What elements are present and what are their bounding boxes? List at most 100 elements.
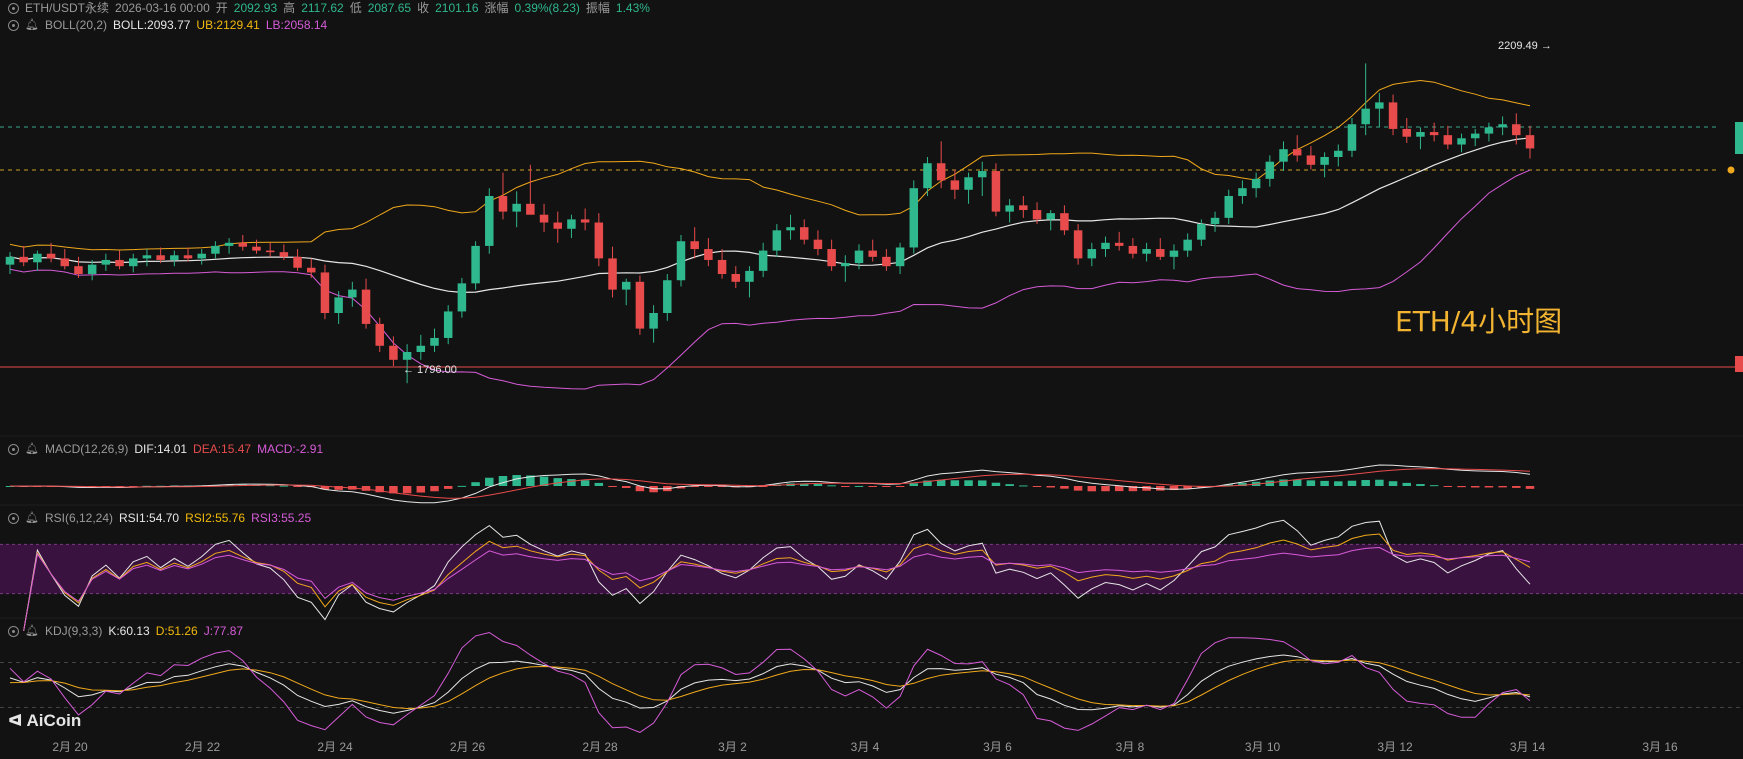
macd-histogram-bar: [1087, 486, 1097, 492]
bell-icon[interactable]: 🔔︎: [25, 623, 39, 639]
candle-body: [101, 259, 111, 265]
macd-histogram-bar: [827, 485, 836, 487]
macd-histogram-bar: [854, 485, 864, 487]
candle-body: [799, 227, 809, 240]
candle-body: [1210, 217, 1220, 225]
candle-body: [580, 219, 590, 223]
macd-histogram-bar: [443, 486, 453, 489]
aicoin-logo-icon: ᐊ: [8, 713, 23, 730]
x-axis-tick-label: 3月 10: [1244, 740, 1281, 754]
macd-histogram-bar: [1402, 482, 1412, 486]
candle-body: [320, 272, 330, 313]
eye-icon[interactable]: [8, 443, 19, 455]
candle-body: [758, 250, 768, 271]
candle-body: [841, 263, 850, 267]
eye-icon[interactable]: [8, 19, 19, 31]
macd-histogram-bar: [1292, 479, 1302, 486]
bell-icon[interactable]: 🔔︎: [25, 17, 39, 33]
kdj-d-value: D:51.26: [155, 624, 198, 638]
macd-histogram-bar: [1484, 486, 1494, 488]
boll-upper-band: [9, 79, 1531, 251]
candle-body: [142, 255, 152, 259]
bell-icon[interactable]: 🔔︎: [25, 441, 39, 457]
open-label: 开: [215, 1, 228, 15]
macd-dif-line: [9, 464, 1531, 504]
candle-body: [608, 258, 617, 290]
candle-body: [717, 259, 727, 274]
macd-histogram-bar: [1375, 479, 1384, 486]
candle-body: [279, 252, 289, 257]
candle-body: [361, 289, 371, 324]
eye-icon[interactable]: [8, 625, 19, 637]
x-axis-tick-label: 3月 2: [718, 740, 747, 754]
x-axis-tick-label: 2月 22: [184, 740, 221, 754]
candle-body: [813, 239, 823, 250]
macd-dea-value: DEA:15.47: [193, 442, 252, 456]
candle-body: [978, 171, 987, 178]
candle-body: [786, 227, 795, 231]
candle-body: [854, 250, 864, 264]
candle-body: [265, 250, 275, 253]
kdj-d-line: [9, 659, 1531, 710]
candle-body: [526, 203, 535, 215]
candle-body: [1375, 102, 1384, 109]
candle-body: [1292, 149, 1302, 156]
x-axis-tick-label: 3月 8: [1115, 740, 1145, 754]
macd-histogram-bar: [512, 475, 521, 486]
candle-body: [74, 266, 83, 274]
boll-middle-band: [9, 137, 1531, 294]
candle-body: [704, 249, 713, 260]
macd-histogram-bar: [485, 477, 494, 486]
boll-lb-value: LB:2058.14: [265, 18, 328, 32]
kdj-name: KDJ(9,3,3): [44, 624, 103, 638]
kdj-k-value: K:60.13: [108, 624, 150, 638]
macd-histogram-bar: [608, 486, 617, 487]
high-value: 2117.62: [301, 1, 344, 15]
candle-body: [1361, 108, 1370, 125]
candle-body: [471, 245, 480, 284]
candle-body: [567, 219, 576, 229]
kdj-k-line: [9, 654, 1531, 714]
candle-body: [1525, 135, 1535, 149]
aicoin-logo: ᐊ AiCoin: [8, 711, 81, 731]
candle-body: [1279, 149, 1288, 162]
high-label: 高: [283, 1, 296, 15]
candle-body: [197, 253, 206, 259]
x-axis-tick-label: 3月 14: [1509, 740, 1546, 754]
boll-ub-value: UB:2129.41: [196, 18, 260, 32]
macd-histogram-bar: [1457, 486, 1466, 488]
candle-body: [1060, 213, 1069, 231]
macd-histogram-bar: [704, 486, 713, 487]
eye-icon[interactable]: [8, 2, 19, 14]
candle-body: [1032, 210, 1042, 220]
macd-histogram-bar: [1073, 486, 1083, 491]
macd-value: MACD:-2.91: [257, 442, 324, 456]
macd-histogram-bar: [1306, 480, 1316, 486]
macd-histogram-bar: [964, 480, 973, 486]
candle-body: [621, 281, 631, 290]
candle-body: [1429, 132, 1439, 136]
candle-body: [252, 246, 261, 251]
kdj-j-value: J:77.87: [203, 624, 244, 638]
macd-histogram-bar: [1032, 486, 1042, 487]
candle-body: [512, 203, 521, 212]
bell-icon[interactable]: 🔔︎: [25, 510, 39, 526]
macd-histogram-bar: [1101, 486, 1110, 492]
macd-histogram-bar: [841, 486, 850, 487]
candle-body: [1073, 230, 1083, 259]
candle-body: [1101, 242, 1110, 250]
macd-histogram-bar: [868, 486, 877, 487]
candle-body: [635, 281, 645, 329]
candle-body: [128, 258, 138, 267]
macd-histogram-bar: [430, 486, 439, 492]
candle-body: [1402, 128, 1412, 137]
candle-body: [1347, 124, 1357, 151]
macd-histogram-bar: [1416, 484, 1425, 486]
close-label: 收: [417, 1, 430, 15]
kdj-info-line: 🔔︎ KDJ(9,3,3) K:60.13 D:51.26 J:77.87: [8, 623, 243, 639]
candle-body: [183, 255, 193, 259]
candle-body: [868, 250, 877, 257]
candle-body: [211, 245, 220, 254]
eye-icon[interactable]: [8, 512, 19, 524]
macd-histogram-bar: [813, 484, 823, 486]
